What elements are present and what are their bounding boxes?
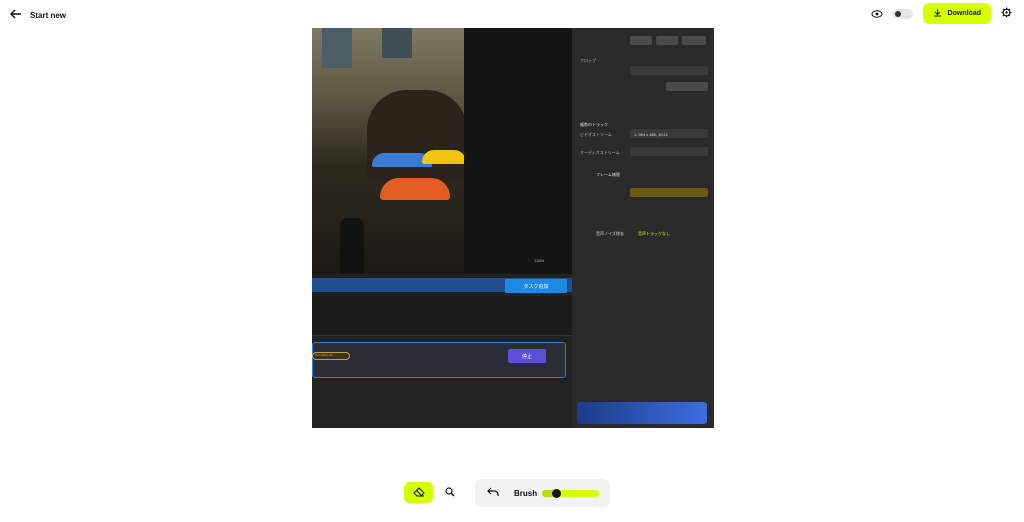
blue-panel xyxy=(577,402,707,424)
eraser-icon xyxy=(412,484,425,502)
download-icon xyxy=(933,8,942,19)
panel-button xyxy=(630,36,652,45)
crop-field xyxy=(630,66,708,75)
arrow-left-icon xyxy=(10,6,22,24)
building-window xyxy=(382,28,412,58)
slider-knob[interactable] xyxy=(552,489,562,498)
download-button[interactable]: Download xyxy=(922,3,991,24)
panel-button xyxy=(682,36,706,45)
video-stream-value: 1: 854 x 480, 30:11 xyxy=(634,132,668,137)
brush-panel: Brush xyxy=(475,479,610,507)
start-new-label: Start new xyxy=(30,10,67,20)
start-new-button[interactable]: Start new xyxy=(10,6,66,24)
eraser-button[interactable] xyxy=(404,482,433,503)
multi-track-label: 複数のトラック xyxy=(580,122,608,127)
zoom-indicator: 138% xyxy=(534,258,545,263)
umbrella xyxy=(422,150,466,164)
noise-reduction-label: 音声ノイズ除去 xyxy=(596,231,624,236)
select-track-label: 音声トラックなし xyxy=(638,231,670,236)
screenshot-side-panel: クロップ 複数のトラック ビデオストリーム 1: 854 x 480, 30:1… xyxy=(572,28,714,428)
preview-dark-area xyxy=(464,28,572,274)
brush-size-slider[interactable] xyxy=(542,489,599,498)
top-bar: Start new Download xyxy=(0,0,1024,28)
crop-label: クロップ xyxy=(580,58,596,63)
search-icon xyxy=(445,484,455,502)
undo-icon xyxy=(487,484,499,502)
photo-region xyxy=(312,28,467,274)
video-stream-label: ビデオストリーム xyxy=(580,132,612,137)
umbrella xyxy=(380,178,450,200)
track-area xyxy=(312,296,572,336)
brush-label: Brush xyxy=(514,489,538,498)
preview-toggle[interactable] xyxy=(892,8,913,19)
gear-icon[interactable] xyxy=(1001,5,1012,23)
frame-interp-field xyxy=(630,188,708,197)
building-window xyxy=(322,28,352,68)
building-arch xyxy=(367,90,467,182)
header-tools: Download xyxy=(871,3,1012,24)
panel-button xyxy=(666,82,708,91)
panel-button xyxy=(656,36,678,45)
toggle-knob xyxy=(894,10,901,17)
eye-icon[interactable] xyxy=(871,5,883,23)
image-canvas[interactable]: 138% クロップ 複数のトラック ビデオストリーム 1: 854 x 480,… xyxy=(312,28,714,428)
zoom-button[interactable] xyxy=(441,484,459,502)
undo-button[interactable] xyxy=(485,485,501,501)
frame-interp-label: フレーム補間 xyxy=(596,172,620,177)
audio-stream-field xyxy=(630,147,708,156)
stop-button: 停止 xyxy=(508,349,546,363)
download-label: Download xyxy=(947,10,981,17)
audio-stream-label: オーディオストリーム xyxy=(580,150,620,155)
job-tag: AVI (AVC) AC xyxy=(312,352,350,360)
person-silhouette xyxy=(340,218,364,274)
bottom-toolbar: Brush xyxy=(0,478,1024,510)
add-task-button: タスク追加 xyxy=(505,279,567,293)
